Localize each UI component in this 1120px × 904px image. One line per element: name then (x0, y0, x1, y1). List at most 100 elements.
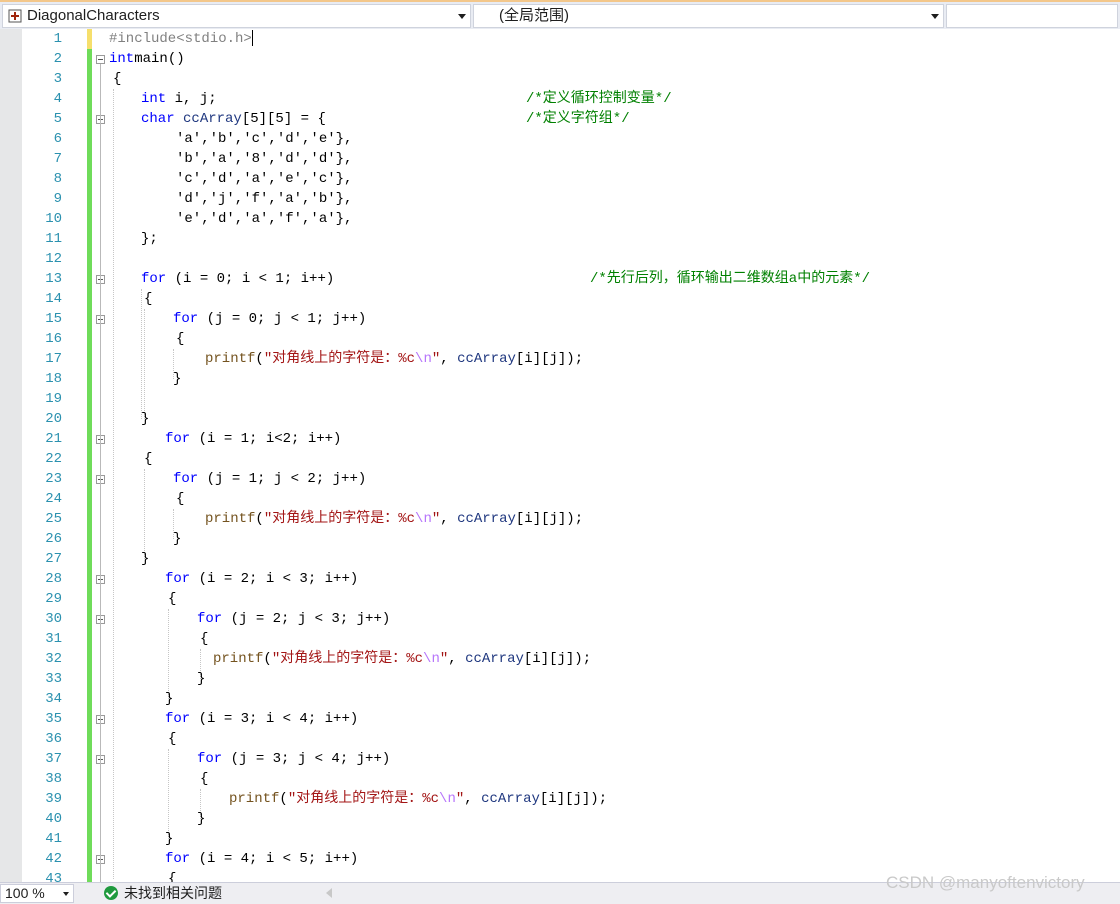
code-line[interactable]: } (173, 529, 181, 549)
code-line[interactable]: for (i = 3; i < 4; i++) (165, 709, 358, 729)
scope-dropdown[interactable]: (全局范围) (473, 4, 944, 28)
code-line[interactable]: printf("对角线上的字符是：%c\n", ccArray[i][j]); (229, 789, 607, 809)
scroll-left-icon[interactable] (326, 888, 332, 898)
code-line[interactable]: } (141, 409, 149, 429)
code-line[interactable]: } (165, 689, 173, 709)
outline-line (100, 484, 101, 544)
chevron-down-icon[interactable] (63, 892, 69, 896)
code-line[interactable]: } (173, 369, 181, 389)
line-number: 29 (45, 591, 62, 607)
code-token: ccArray (457, 351, 516, 367)
line-number: 37 (45, 751, 62, 767)
code-line[interactable]: 'c','d','a','e','c'}, (176, 169, 352, 189)
indent-guide (168, 749, 169, 839)
code-token: } (141, 411, 150, 427)
line-number: 19 (45, 391, 62, 407)
code-token: #include<stdio.h> (109, 31, 252, 47)
code-line[interactable]: { (168, 589, 176, 609)
code-token: } (165, 691, 174, 707)
code-line[interactable]: for (j = 1; j < 2; j++) (173, 469, 366, 489)
code-line[interactable]: int i, j; (141, 89, 217, 109)
code-token: (j = 2; j < 3; j++) (222, 611, 391, 627)
code-line[interactable]: printf("对角线上的字符是：%c\n", ccArray[i][j]); (213, 649, 591, 669)
code-token: (j = 3; j < 4; j++) (222, 751, 391, 767)
code-line[interactable]: for (j = 0; j < 1; j++) (173, 309, 366, 329)
code-line[interactable]: for (j = 3; j < 4; j++) (197, 749, 390, 769)
code-token: { (144, 451, 153, 467)
code-line[interactable]: { (144, 289, 152, 309)
line-number: 15 (45, 311, 62, 327)
member-dropdown[interactable] (946, 4, 1118, 28)
line-number: 16 (45, 331, 62, 347)
code-token: main() (134, 51, 185, 67)
line-number: 17 (45, 351, 62, 367)
line-number: 39 (45, 791, 62, 807)
code-editor[interactable]: 1 2 3 4 5 6 7 8 9 10 11 12 13 14 15 16 17 18 19 20 21 22 23 24 2… (0, 29, 1120, 882)
code-line[interactable]: { (168, 869, 176, 882)
code-token: int (109, 51, 135, 67)
line-number: 36 (45, 731, 62, 747)
code-line[interactable]: }; (141, 229, 158, 249)
code-comment: /*定义字符组*/ (526, 111, 630, 127)
code-line[interactable]: printf("对角线上的字符是：%c\n", ccArray[i][j]); (205, 349, 583, 369)
code-line[interactable]: { (200, 769, 208, 789)
code-line[interactable]: for (i = 1; i<2; i++) (165, 429, 341, 449)
code-line[interactable]: } (165, 829, 173, 849)
scope-label: (全局范围) (499, 7, 569, 24)
code-token: [5][5] = { (241, 111, 326, 127)
code-token: { (200, 631, 209, 647)
code-token: char (141, 111, 175, 127)
chevron-down-icon[interactable] (458, 14, 466, 19)
code-line[interactable]: for (j = 2; j < 3; j++) (197, 609, 390, 629)
project-dropdown[interactable]: DiagonalCharacters (2, 4, 471, 28)
code-line[interactable]: 'e','d','a','f','a'}, (176, 209, 352, 229)
code-line[interactable]: 'd','j','f','a','b'}, (176, 189, 352, 209)
code-line[interactable]: { (168, 729, 176, 749)
line-number: 25 (45, 511, 62, 527)
line-number: 6 (53, 131, 62, 147)
code-token: " (431, 351, 441, 367)
code-line[interactable]: } (197, 669, 205, 689)
code-line[interactable]: { (176, 329, 184, 349)
code-line[interactable]: for (i = 0; i < 1; i++) (141, 269, 334, 289)
code-token: , (464, 791, 482, 807)
line-number: 11 (45, 231, 62, 247)
code-line[interactable]: #include<stdio.h> (109, 29, 253, 49)
code-line[interactable]: for (i = 2; i < 3; i++) (165, 569, 358, 589)
code-comment: /*定义循环控制变量*/ (526, 91, 672, 107)
code-line[interactable]: intmain() (109, 49, 185, 69)
collapse-toggle-icon[interactable] (96, 55, 105, 64)
code-token: " (455, 791, 465, 807)
code-token: for (173, 471, 199, 487)
code-token: " (431, 511, 441, 527)
code-line[interactable]: { (144, 449, 152, 469)
code-line[interactable]: printf("对角线上的字符是：%c\n", ccArray[i][j]); (205, 509, 583, 529)
code-token: \n (423, 651, 440, 667)
code-token: 'c','d','a','e','c'}, (176, 171, 353, 187)
chevron-down-icon[interactable] (931, 14, 939, 19)
code-token: } (165, 831, 174, 847)
zoom-level: 100 % (5, 885, 45, 901)
code-token: for (141, 271, 167, 287)
code-line[interactable]: { (113, 69, 121, 89)
code-line[interactable]: 'b','a','8','d','d'}, (176, 149, 352, 169)
code-token: 'b','a','8','d','d'}, (176, 151, 353, 167)
code-token: for (173, 311, 199, 327)
code-token: for (165, 711, 191, 727)
line-number: 42 (45, 851, 62, 867)
code-token: (i = 2; i < 3; i++) (190, 571, 359, 587)
code-line[interactable]: } (197, 809, 205, 829)
code-line[interactable]: 'a','b','c','d','e'}, (176, 129, 352, 149)
code-line[interactable]: { (176, 489, 184, 509)
zoom-dropdown[interactable]: 100 % (0, 884, 74, 903)
code-line[interactable]: } (141, 549, 149, 569)
code-line[interactable]: { (200, 629, 208, 649)
code-token: { (168, 871, 177, 882)
code-line[interactable]: for (i = 4; i < 5; i++) (165, 849, 358, 869)
code-token: 'a','b','c','d','e'}, (176, 131, 353, 147)
outline-line (100, 764, 101, 824)
code-token: ( (263, 651, 272, 667)
code-line[interactable]: char ccArray[5][5] = { (141, 109, 326, 129)
line-number: 12 (45, 251, 62, 267)
line-number: 41 (45, 831, 62, 847)
